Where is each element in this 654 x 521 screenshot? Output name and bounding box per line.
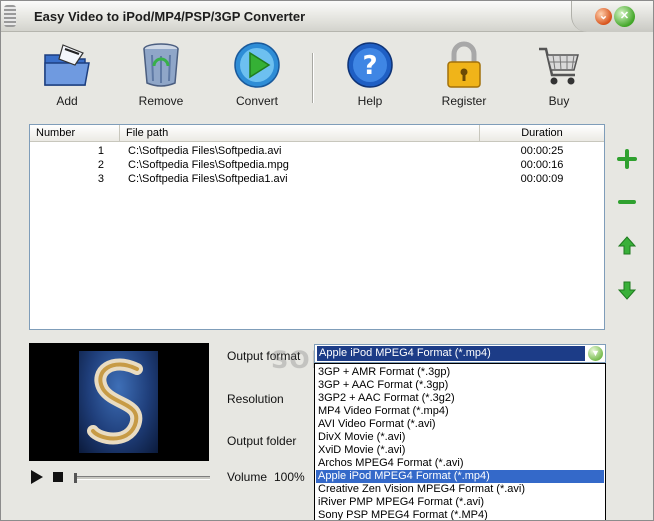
video-preview: [29, 343, 209, 461]
file-duration: 00:00:25: [520, 145, 564, 157]
format-option[interactable]: MP4 Video Format (*.mp4): [316, 405, 604, 418]
seek-slider-handle[interactable]: [74, 473, 77, 483]
volume-label: Volume: [227, 470, 268, 484]
seek-slider[interactable]: [74, 473, 210, 483]
minus-icon[interactable]: [615, 190, 639, 214]
volume-value: 100%: [274, 470, 305, 484]
add-label: Add: [56, 94, 78, 108]
dropdown-arrow-icon[interactable]: ▼: [588, 346, 603, 361]
file-number: 2: [97, 159, 104, 171]
format-option[interactable]: 3GP + AMR Format (*.3gp): [316, 366, 604, 379]
play-icon[interactable]: [30, 470, 44, 484]
file-path: C:\Softpedia Files\Softpedia.avi: [128, 145, 282, 157]
arrow-down-icon[interactable]: [615, 278, 639, 302]
file-list[interactable]: Number File path Duration 1 C:\Softpedia…: [29, 124, 605, 330]
convert-button[interactable]: Convert: [222, 41, 292, 108]
file-duration: 00:00:09: [520, 173, 564, 185]
output-format-dropdown-list[interactable]: 3GP + AMR Format (*.3gp) 3GP + AAC Forma…: [314, 363, 606, 520]
file-number: 1: [97, 145, 104, 157]
remove-button[interactable]: Remove: [126, 41, 196, 108]
format-option[interactable]: Archos MPEG4 Format (*.avi): [316, 457, 604, 470]
thumbnail-graphic: [87, 358, 143, 445]
format-option[interactable]: Sony PSP MPEG4 Format (*.MP4): [316, 509, 604, 520]
remove-label: Remove: [138, 94, 184, 108]
format-option[interactable]: 3GP + AAC Format (*.3gp): [316, 379, 604, 392]
stop-icon[interactable]: [53, 472, 63, 482]
close-button[interactable]: ✕: [614, 6, 635, 27]
resolution-label: Resolution: [227, 392, 284, 406]
format-option[interactable]: XviD Movie (*.avi): [316, 444, 604, 457]
title-bar-controls: ⌄ ✕: [571, 1, 653, 32]
column-header-file-path[interactable]: File path: [120, 125, 480, 142]
column-header-duration[interactable]: Duration: [480, 125, 604, 142]
output-format-select[interactable]: Apple iPod MPEG4 Format (*.mp4) ▼: [314, 344, 606, 363]
file-row[interactable]: 2 C:\Softpedia Files\Softpedia.mpg 00:00…: [30, 158, 604, 172]
window-title: Easy Video to iPod/MP4/PSP/3GP Converter: [34, 9, 306, 24]
register-button[interactable]: Register: [429, 41, 499, 108]
video-thumbnail: [79, 351, 158, 453]
file-path: C:\Softpedia Files\Softpedia.mpg: [128, 159, 289, 171]
add-folder-icon: [44, 44, 90, 86]
convert-label: Convert: [235, 94, 279, 108]
file-number: 3: [97, 173, 104, 185]
register-label: Register: [441, 94, 487, 108]
app-window: Easy Video to iPod/MP4/PSP/3GP Converter…: [0, 0, 654, 521]
add-button[interactable]: Add: [32, 41, 102, 108]
format-option-highlighted[interactable]: Apple iPod MPEG4 Format (*.mp4): [316, 470, 604, 483]
help-question-icon: ?: [347, 42, 393, 88]
trash-bin-icon: [143, 43, 179, 87]
toolbar: Add Remove Convert ? Help Register Buy: [1, 33, 653, 111]
format-option[interactable]: 3GP2 + AAC Format (*.3g2): [316, 392, 604, 405]
output-format-selected: Apple iPod MPEG4 Format (*.mp4): [317, 346, 585, 361]
plus-icon[interactable]: [615, 147, 639, 171]
help-label: Help: [357, 94, 383, 108]
play-circle-icon: [234, 42, 280, 88]
help-button[interactable]: ? Help: [335, 41, 405, 108]
file-row[interactable]: 3 C:\Softpedia Files\Softpedia1.avi 00:0…: [30, 172, 604, 186]
file-path: C:\Softpedia Files\Softpedia1.avi: [128, 173, 288, 185]
arrow-up-icon[interactable]: [615, 234, 639, 258]
title-bar: Easy Video to iPod/MP4/PSP/3GP Converter…: [1, 1, 653, 32]
file-list-header: Number File path Duration: [30, 125, 604, 142]
file-row[interactable]: 1 C:\Softpedia Files\Softpedia.avi 00:00…: [30, 144, 604, 158]
padlock-icon: [447, 41, 481, 88]
file-duration: 00:00:16: [520, 159, 564, 171]
format-option[interactable]: Creative Zen Vision MPEG4 Format (*.avi): [316, 483, 604, 496]
buy-label: Buy: [548, 94, 570, 108]
shopping-cart-icon: [539, 47, 579, 85]
output-folder-label: Output folder: [227, 434, 297, 448]
format-option[interactable]: AVI Video Format (*.avi): [316, 418, 604, 431]
column-header-number[interactable]: Number: [30, 125, 120, 142]
format-option[interactable]: DivX Movie (*.avi): [316, 431, 604, 444]
format-option[interactable]: iRiver PMP MPEG4 Format (*.avi): [316, 496, 604, 509]
minimize-button[interactable]: ⌄: [595, 8, 612, 25]
window-grip-icon[interactable]: [4, 5, 16, 27]
buy-button[interactable]: Buy: [524, 41, 594, 108]
toolbar-separator: [312, 53, 314, 103]
svg-text:?: ?: [362, 51, 377, 81]
